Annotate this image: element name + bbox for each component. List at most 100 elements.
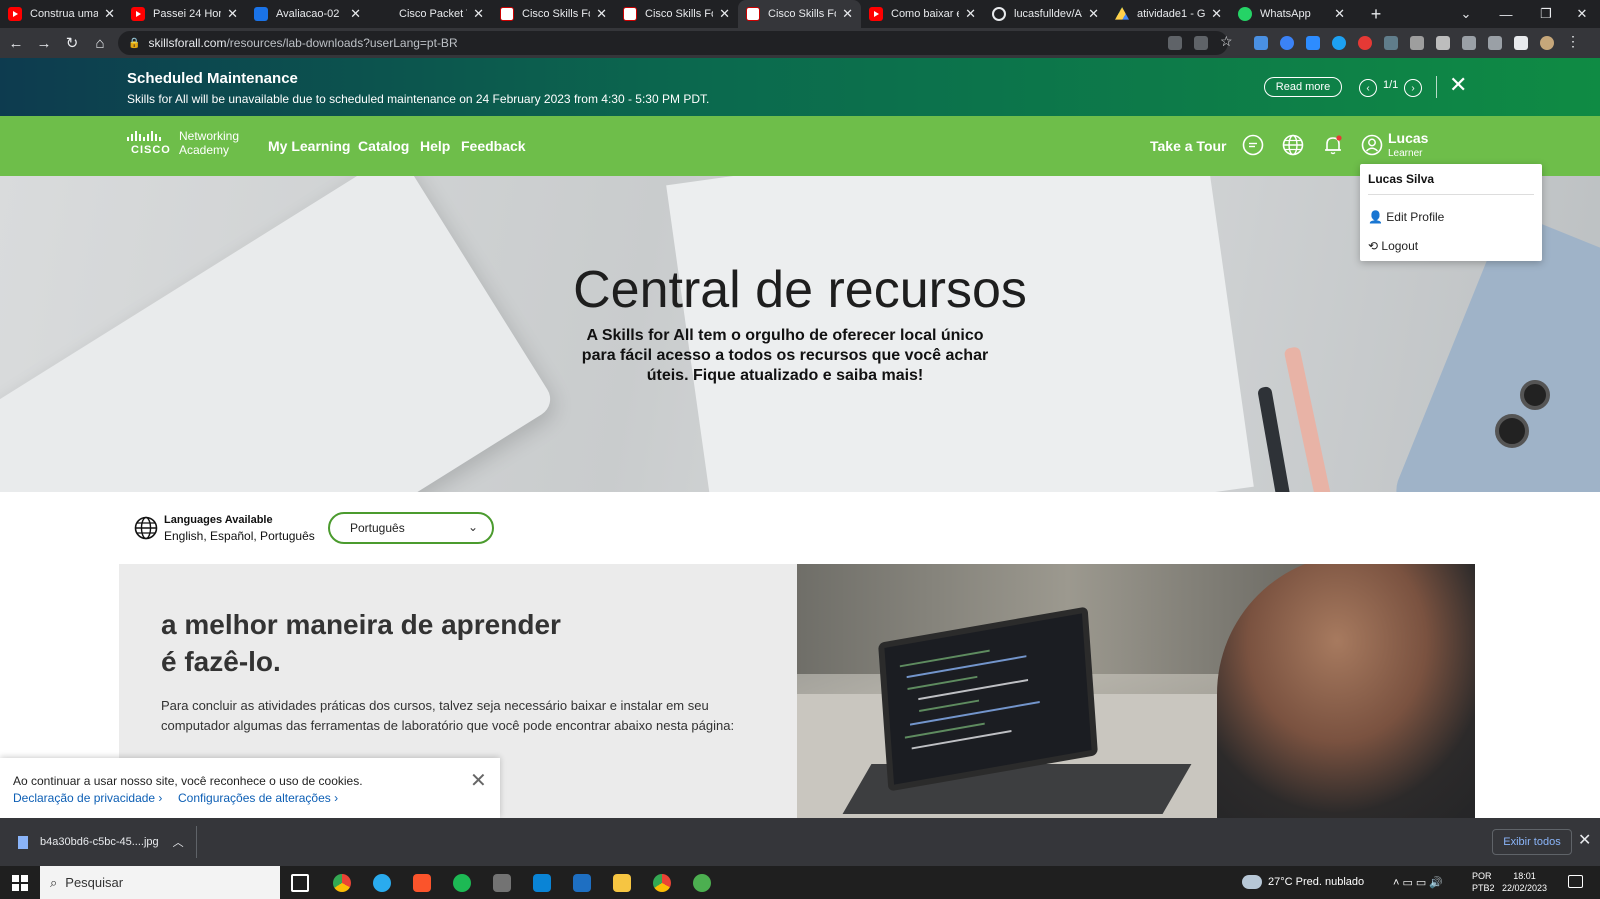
calculator-icon[interactable] bbox=[493, 874, 511, 892]
close-download-bar-icon[interactable]: ✕ bbox=[1578, 830, 1591, 850]
task-view-icon[interactable] bbox=[291, 874, 309, 892]
brave-icon[interactable] bbox=[413, 874, 431, 892]
chat-icon[interactable] bbox=[1242, 134, 1264, 156]
spotify-icon[interactable] bbox=[453, 874, 471, 892]
taskbar-clock[interactable]: 18:01 22/02/2023 bbox=[1502, 870, 1547, 894]
user-dropdown-menu: Lucas Silva 👤 Edit Profile ⟲ Logout bbox=[1360, 164, 1542, 261]
close-tab-icon[interactable]: ✕ bbox=[227, 6, 238, 22]
reading-list-icon[interactable] bbox=[1488, 36, 1502, 50]
browser-tab[interactable]: lucasfulldev/Av ✕ bbox=[984, 0, 1107, 28]
chrome-icon[interactable] bbox=[333, 874, 351, 892]
browser-tab-active[interactable]: Cisco Skills For A✕ bbox=[738, 0, 861, 28]
close-tab-icon[interactable]: ✕ bbox=[842, 6, 853, 22]
nav-catalog[interactable]: Catalog bbox=[358, 138, 409, 154]
telegram-icon[interactable] bbox=[373, 874, 391, 892]
show-all-downloads-button[interactable]: Exibir todos bbox=[1492, 829, 1572, 855]
divider bbox=[196, 826, 197, 858]
extension-icon[interactable] bbox=[1332, 36, 1346, 50]
languages-title: Languages Available bbox=[164, 514, 273, 526]
home-icon[interactable]: ⌂ bbox=[88, 31, 112, 55]
address-bar[interactable]: 🔒 skillsforall.com/resources/lab-downloa… bbox=[118, 31, 1228, 55]
browser-tab[interactable]: Cisco Skills For A✕ bbox=[615, 0, 738, 28]
close-tab-icon[interactable]: ✕ bbox=[719, 6, 730, 22]
extension-icon[interactable] bbox=[1384, 36, 1398, 50]
weather-text[interactable]: 27°C Pred. nublado bbox=[1268, 876, 1364, 888]
hero-background-keyboard bbox=[0, 176, 557, 492]
extension-icon[interactable] bbox=[1306, 36, 1320, 50]
hero-background-camera bbox=[1520, 380, 1550, 410]
intro-body: Para concluir as atividades práticas dos… bbox=[161, 698, 735, 733]
nav-feedback[interactable]: Feedback bbox=[461, 138, 526, 154]
notification-bell-icon[interactable] bbox=[1322, 134, 1344, 156]
browser-tab[interactable]: Avaliacao-02 ✕ bbox=[246, 0, 369, 28]
user-name[interactable]: Lucas bbox=[1388, 130, 1428, 146]
tab-search-icon[interactable]: ⌄ bbox=[1446, 0, 1486, 28]
browser-tab[interactable]: Cisco Skills For A✕ bbox=[492, 0, 615, 28]
close-tab-icon[interactable]: ✕ bbox=[1211, 6, 1222, 22]
extensions-puzzle-icon[interactable] bbox=[1462, 36, 1476, 50]
nav-help[interactable]: Help bbox=[420, 138, 450, 154]
bookmark-star-icon[interactable]: ☆ bbox=[1220, 33, 1234, 49]
extension-icon[interactable] bbox=[1280, 36, 1294, 50]
banner-pager: 1/1 bbox=[1383, 79, 1399, 91]
vscode-icon[interactable] bbox=[533, 874, 551, 892]
privacy-statement-link[interactable]: Declaração de privacidade › bbox=[13, 791, 162, 805]
input-language-indicator[interactable]: POR PTB2 bbox=[1472, 870, 1495, 894]
browser-tab[interactable]: Cisco Packet Tra✕ bbox=[369, 0, 492, 28]
nav-my-learning[interactable]: My Learning bbox=[268, 138, 350, 154]
taskbar-search-placeholder: Pesquisar bbox=[65, 875, 124, 890]
close-tab-icon[interactable]: ✕ bbox=[104, 6, 115, 22]
install-app-icon[interactable] bbox=[1168, 36, 1182, 50]
packet-tracer-icon[interactable] bbox=[693, 874, 711, 892]
extension-icon[interactable] bbox=[1410, 36, 1424, 50]
browser-tab[interactable]: atividade1 - Go ✕ bbox=[1107, 0, 1230, 28]
logout-item[interactable]: ⟲ Logout bbox=[1368, 239, 1418, 253]
cisco-networking-academy-logo[interactable]: CISCO Networking Academy bbox=[127, 129, 247, 163]
close-window-icon[interactable]: ✕ bbox=[1562, 0, 1600, 28]
minimize-icon[interactable]: — bbox=[1486, 0, 1526, 28]
chrome-menu-icon[interactable]: ⋮ bbox=[1566, 33, 1580, 49]
cloud-icon bbox=[1242, 875, 1262, 889]
extension-icon[interactable] bbox=[1358, 36, 1372, 50]
windows-start-icon[interactable] bbox=[12, 875, 28, 891]
side-panel-icon[interactable] bbox=[1514, 36, 1528, 50]
profile-avatar-icon[interactable] bbox=[1540, 36, 1554, 50]
chevron-left-icon[interactable]: ‹ bbox=[1359, 79, 1377, 97]
system-tray-icons[interactable]: ˄ ▭ ▭ 🔊 bbox=[1393, 876, 1443, 889]
taskbar-search-box[interactable]: ⌕ Pesquisar bbox=[40, 866, 280, 899]
globe-icon[interactable] bbox=[1282, 134, 1304, 156]
new-tab-button[interactable]: + bbox=[1363, 4, 1389, 25]
chevron-up-icon[interactable]: ︿ bbox=[173, 834, 184, 850]
back-icon[interactable]: ← bbox=[4, 31, 28, 55]
close-tab-icon[interactable]: ✕ bbox=[350, 6, 361, 22]
chevron-right-icon[interactable]: › bbox=[1404, 79, 1422, 97]
close-tab-icon[interactable]: ✕ bbox=[1334, 6, 1345, 22]
file-explorer-icon[interactable] bbox=[613, 874, 631, 892]
reload-icon[interactable]: ↻ bbox=[60, 31, 84, 55]
forward-icon[interactable]: → bbox=[32, 31, 56, 55]
close-tab-icon[interactable]: ✕ bbox=[1088, 6, 1099, 22]
browser-tab[interactable]: Como baixar e i✕ bbox=[861, 0, 984, 28]
language-select[interactable]: Português ⌄ bbox=[328, 512, 494, 544]
share-icon[interactable] bbox=[1194, 36, 1208, 50]
edit-profile-item[interactable]: 👤 Edit Profile bbox=[1368, 210, 1444, 224]
close-banner-icon[interactable]: ✕ bbox=[1449, 72, 1467, 98]
close-cookie-icon[interactable]: ✕ bbox=[470, 768, 487, 793]
take-a-tour-link[interactable]: Take a Tour bbox=[1150, 138, 1227, 154]
restore-icon[interactable]: ❐ bbox=[1526, 0, 1566, 28]
change-settings-link[interactable]: Configurações de alterações › bbox=[178, 791, 338, 805]
close-tab-icon[interactable]: ✕ bbox=[473, 6, 484, 22]
browser-tab[interactable]: WhatsApp ✕ bbox=[1230, 0, 1353, 28]
close-tab-icon[interactable]: ✕ bbox=[965, 6, 976, 22]
browser-tab[interactable]: Construa uma L✕ bbox=[0, 0, 123, 28]
read-more-button[interactable]: Read more bbox=[1264, 77, 1342, 97]
notification-center-icon[interactable] bbox=[1568, 875, 1583, 888]
extension-icon[interactable] bbox=[1436, 36, 1450, 50]
download-item[interactable]: b4a30bd6-c5bc-45....jpg ︿ bbox=[10, 826, 193, 858]
extension-icon[interactable] bbox=[1254, 36, 1268, 50]
close-tab-icon[interactable]: ✕ bbox=[596, 6, 607, 22]
user-avatar-icon[interactable] bbox=[1361, 134, 1383, 156]
browser-tab[interactable]: Passei 24 Horas✕ bbox=[123, 0, 246, 28]
visualg-icon[interactable] bbox=[573, 874, 591, 892]
chrome-icon[interactable] bbox=[653, 874, 671, 892]
